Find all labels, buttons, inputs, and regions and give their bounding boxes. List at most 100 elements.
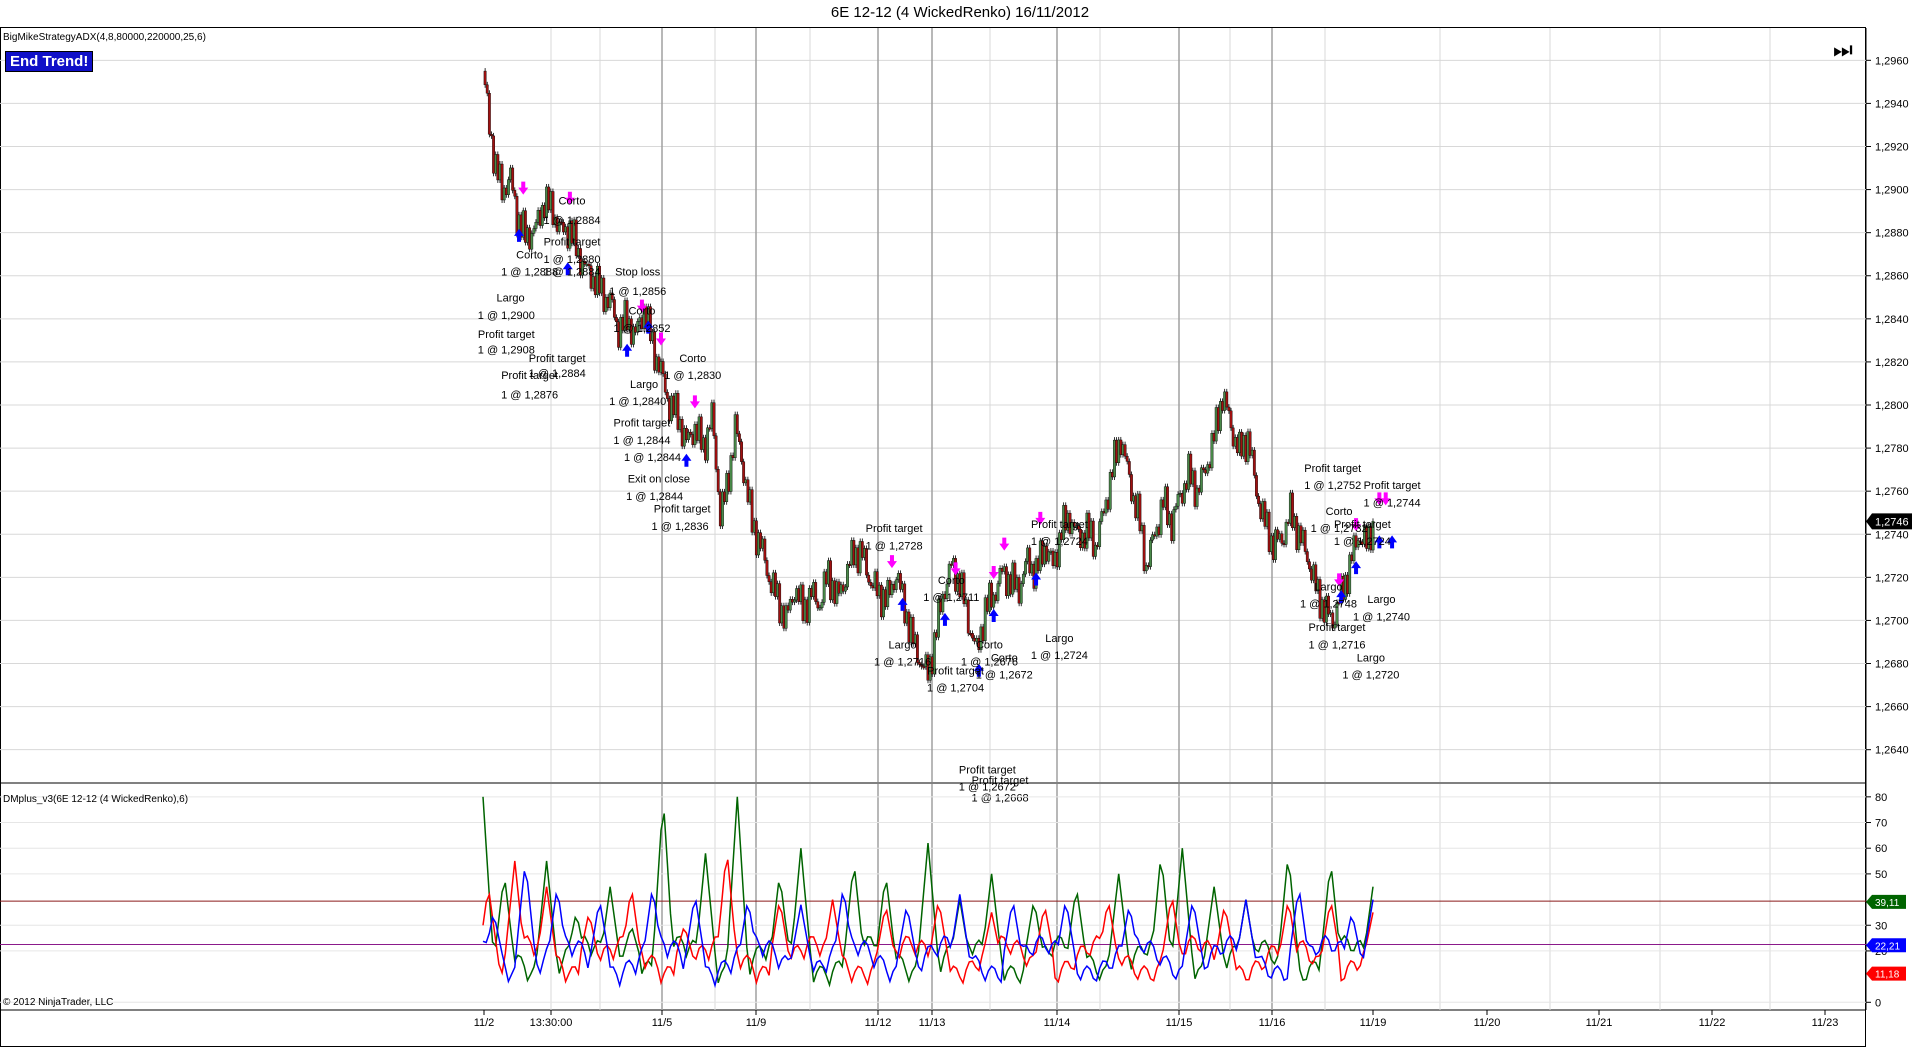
renko-brick bbox=[513, 190, 517, 197]
renko-brick bbox=[490, 134, 493, 137]
trade-annotation: Profit target bbox=[1334, 519, 1391, 531]
long-entry-arrow bbox=[681, 453, 692, 467]
trade-annotation: 1 @ 1,2728 bbox=[866, 540, 923, 552]
renko-brick bbox=[818, 607, 822, 610]
renko-brick bbox=[487, 93, 491, 135]
dm-tick-label: 60 bbox=[1875, 843, 1887, 855]
renko-brick bbox=[1024, 561, 1027, 575]
renko-brick bbox=[846, 563, 849, 588]
trade-annotation: Profit target bbox=[1364, 480, 1421, 492]
trade-annotation: Profit target bbox=[1309, 622, 1366, 634]
renko-brick bbox=[1125, 455, 1129, 462]
renko-brick bbox=[843, 586, 847, 592]
chart-canvas[interactable]: 1,2960 1,2940 1,2920 1,2900 1,2880 1,2860 1,28… bbox=[0, 0, 1920, 1055]
renko-brick bbox=[1227, 406, 1231, 412]
renko-brick bbox=[1308, 561, 1311, 570]
trade-annotation: 1 @ 1,2900 bbox=[478, 310, 535, 322]
dm-tick-label: 0 bbox=[1875, 997, 1881, 1009]
trade-annotation: Largo bbox=[1314, 581, 1342, 593]
renko-brick bbox=[1172, 509, 1176, 541]
renko-brick bbox=[1142, 525, 1146, 572]
trade-annotation: Profit target bbox=[866, 523, 923, 535]
renko-brick bbox=[1255, 475, 1258, 497]
renko-brick bbox=[765, 560, 769, 576]
trade-annotation: 1 @ 1,2724 bbox=[1031, 650, 1088, 662]
renko-brick bbox=[820, 602, 824, 608]
renko-brick bbox=[1257, 495, 1260, 504]
renko-brick bbox=[1176, 494, 1180, 507]
price-tick-label: 1,2740 bbox=[1875, 529, 1909, 541]
skip-to-end-icon[interactable]: ⏭ bbox=[1833, 37, 1853, 63]
trade-annotation: Largo bbox=[630, 379, 658, 391]
dm-tick-label: 30 bbox=[1875, 920, 1887, 932]
trade-annotation: 1 @ 1,2844 bbox=[613, 435, 670, 447]
renko-brick bbox=[1123, 444, 1127, 457]
trade-annotation: Profit target bbox=[544, 237, 601, 249]
trade-annotation: 1 @ 1,2672 bbox=[976, 670, 1033, 682]
renko-brick bbox=[714, 435, 718, 470]
trade-annotation: Corto bbox=[976, 639, 1003, 651]
trade-annotation: 1 @ 1,2880 bbox=[543, 254, 600, 266]
price-tick-label: 1,2840 bbox=[1875, 314, 1909, 326]
time-tick-label: 11/12 bbox=[865, 1017, 892, 1029]
trade-annotation: Profit target bbox=[501, 370, 558, 382]
renko-brick bbox=[1303, 529, 1307, 552]
renko-brick bbox=[767, 575, 771, 582]
renko-brick bbox=[665, 392, 669, 399]
strategy-label: BigMikeStrategyADX(4,8,80000,220000,25,6… bbox=[3, 32, 206, 43]
price-tick-label: 1,2680 bbox=[1875, 659, 1909, 671]
renko-brick bbox=[738, 433, 741, 442]
dm-tick-label: 50 bbox=[1875, 869, 1887, 881]
trade-annotation: 1 @ 1,2876 bbox=[501, 390, 558, 402]
price-tick-label: 1,2900 bbox=[1875, 185, 1909, 197]
renko-brick bbox=[867, 574, 871, 583]
renko-brick bbox=[1225, 391, 1229, 408]
time-tick-label: 11/23 bbox=[1812, 1017, 1839, 1029]
trade-annotation: Largo bbox=[889, 639, 917, 651]
renko-brick bbox=[532, 228, 536, 234]
short-entry-arrow bbox=[518, 181, 529, 195]
trade-annotation: 1 @ 1,2836 bbox=[652, 521, 709, 533]
trade-annotation: Largo bbox=[1367, 594, 1395, 606]
time-tick-label: 11/22 bbox=[1699, 1017, 1726, 1029]
trade-annotation: Profit target bbox=[478, 329, 535, 341]
price-tick-label: 1,2640 bbox=[1875, 745, 1909, 757]
renko-brick bbox=[507, 179, 510, 195]
renko-brick bbox=[1108, 472, 1112, 510]
renko-brick bbox=[763, 538, 767, 561]
trade-annotation: 1 @ 1,2720 bbox=[1342, 670, 1399, 682]
time-tick-label: 13:30:00 bbox=[530, 1017, 573, 1029]
trade-annotation: Profit target bbox=[927, 665, 984, 677]
time-tick-label: 11/5 bbox=[652, 1017, 673, 1029]
dm-series-line bbox=[482, 859, 1374, 987]
trade-annotation: 1 @ 1,2748 bbox=[1300, 599, 1357, 611]
renko-brick bbox=[534, 221, 538, 229]
long-entry-arrow bbox=[939, 612, 950, 626]
trade-annotation: Profit target bbox=[613, 418, 670, 430]
renko-brick bbox=[689, 431, 693, 435]
trade-annotation: 1 @ 1,2716 bbox=[874, 657, 931, 669]
trade-annotation: Profit target bbox=[972, 775, 1029, 787]
renko-brick bbox=[1127, 461, 1131, 475]
trade-annotation: 1 @ 1,2884 bbox=[543, 215, 600, 227]
end-trend-badge: End Trend! bbox=[5, 51, 94, 72]
dm-tick-label: 80 bbox=[1875, 792, 1887, 804]
time-tick-label: 11/15 bbox=[1166, 1017, 1193, 1029]
renko-brick bbox=[793, 599, 796, 603]
renko-brick bbox=[735, 414, 739, 435]
time-tick-label: 11/9 bbox=[746, 1017, 767, 1029]
long-entry-arrow bbox=[1351, 561, 1362, 575]
trade-annotation: Largo bbox=[496, 293, 524, 305]
short-entry-arrow bbox=[886, 555, 897, 569]
renko-brick bbox=[1199, 467, 1203, 493]
time-tick-label: 11/13 bbox=[919, 1017, 946, 1029]
trade-annotation: 1 @ 1,2844 bbox=[624, 452, 681, 464]
price-tick-label: 1,2780 bbox=[1875, 443, 1909, 455]
trade-annotation: Profit target bbox=[1304, 463, 1361, 475]
trade-annotation: Profit target bbox=[654, 504, 711, 516]
price-tick-label: 1,2960 bbox=[1875, 55, 1909, 67]
price-tick-label: 1,2920 bbox=[1875, 141, 1909, 153]
long-entry-arrow bbox=[622, 343, 633, 357]
trade-annotation: 1 @ 1,2724 bbox=[1031, 536, 1088, 548]
renko-brick bbox=[1174, 505, 1178, 510]
